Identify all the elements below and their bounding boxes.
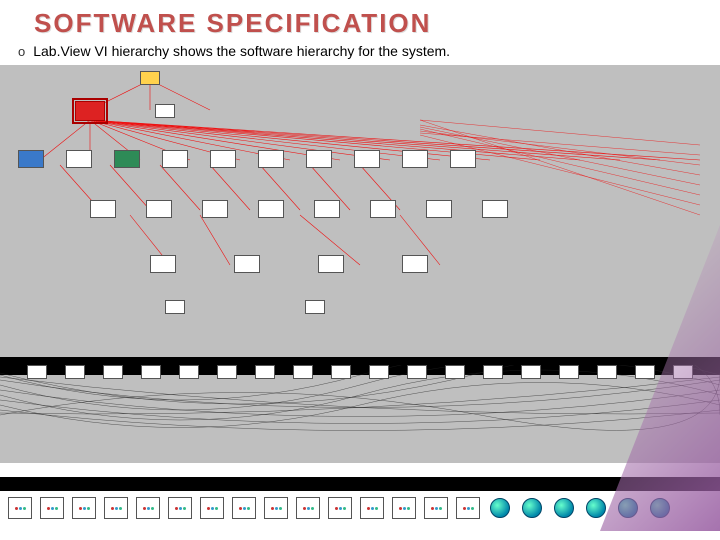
vi-node xyxy=(179,365,199,379)
vi-node xyxy=(635,365,655,379)
vi-node xyxy=(314,200,340,218)
vi-node xyxy=(90,200,116,218)
vi-node xyxy=(407,365,427,379)
vi-node xyxy=(402,255,428,273)
vi-node xyxy=(66,150,92,168)
hierarchy-row-5 xyxy=(0,300,720,314)
vi-node xyxy=(65,365,85,379)
white-gap xyxy=(0,463,720,477)
vi-globe-icon xyxy=(520,497,544,519)
hierarchy-row-3 xyxy=(0,200,720,218)
vi-node xyxy=(255,365,275,379)
vi-node xyxy=(165,300,185,314)
vi-chip-icon xyxy=(232,497,256,519)
vi-node xyxy=(103,365,123,379)
vi-node xyxy=(258,150,284,168)
vi-node xyxy=(114,150,140,168)
vi-node xyxy=(559,365,579,379)
vi-chip-icon xyxy=(168,497,192,519)
vi-node xyxy=(445,365,465,379)
vi-chip-icon xyxy=(104,497,128,519)
vi-node xyxy=(27,365,47,379)
vi-chip-icon xyxy=(200,497,224,519)
vi-node xyxy=(217,365,237,379)
vi-chip-icon xyxy=(456,497,480,519)
vi-node xyxy=(426,200,452,218)
vi-node xyxy=(293,365,313,379)
vi-chip-icon xyxy=(264,497,288,519)
vi-chip-icon xyxy=(8,497,32,519)
vi-globe-icon xyxy=(552,497,576,519)
labview-hierarchy-diagram xyxy=(0,65,720,531)
vi-node xyxy=(370,200,396,218)
vi-node xyxy=(146,200,172,218)
vi-node xyxy=(482,200,508,218)
vi-chip-icon xyxy=(392,497,416,519)
vi-chip-icon xyxy=(424,497,448,519)
vi-node xyxy=(150,255,176,273)
hierarchy-row-1 xyxy=(0,101,720,121)
vi-node xyxy=(483,365,503,379)
bullet-marker: o xyxy=(18,44,25,59)
hierarchy-row-2 xyxy=(0,150,720,168)
separator-bar xyxy=(0,477,720,491)
vi-node xyxy=(18,150,44,168)
vi-globe-icon xyxy=(488,497,512,519)
vi-node xyxy=(210,150,236,168)
vi-node xyxy=(318,255,344,273)
hierarchy-row-0 xyxy=(0,71,720,85)
vi-node xyxy=(140,71,160,85)
vi-chip-icon xyxy=(328,497,352,519)
vi-node xyxy=(305,300,325,314)
vi-node xyxy=(141,365,161,379)
vi-node xyxy=(202,200,228,218)
vi-node xyxy=(331,365,351,379)
vi-globe-icon xyxy=(584,497,608,519)
vi-node xyxy=(306,150,332,168)
vi-node xyxy=(155,104,175,118)
bullet-text: Lab.View VI hierarchy shows the software… xyxy=(33,43,450,59)
vi-node xyxy=(162,150,188,168)
vi-chip-icon xyxy=(296,497,320,519)
vi-node xyxy=(597,365,617,379)
hierarchy-wires-upper xyxy=(0,65,720,285)
hierarchy-row-mid xyxy=(0,365,720,379)
bullet-line: o Lab.View VI hierarchy shows the softwa… xyxy=(0,39,720,65)
vi-node xyxy=(258,200,284,218)
vi-chip-icon xyxy=(72,497,96,519)
vi-node xyxy=(402,150,428,168)
vi-node xyxy=(354,150,380,168)
vi-node xyxy=(234,255,260,273)
vi-node xyxy=(450,150,476,168)
vi-chip-icon xyxy=(360,497,384,519)
vi-chip-icon xyxy=(40,497,64,519)
vi-node xyxy=(75,101,105,121)
hierarchy-row-4 xyxy=(0,255,720,273)
slide-title: SOFTWARE SPECIFICATION xyxy=(0,0,720,39)
vi-chip-icon xyxy=(136,497,160,519)
vi-node xyxy=(369,365,389,379)
vi-node xyxy=(521,365,541,379)
